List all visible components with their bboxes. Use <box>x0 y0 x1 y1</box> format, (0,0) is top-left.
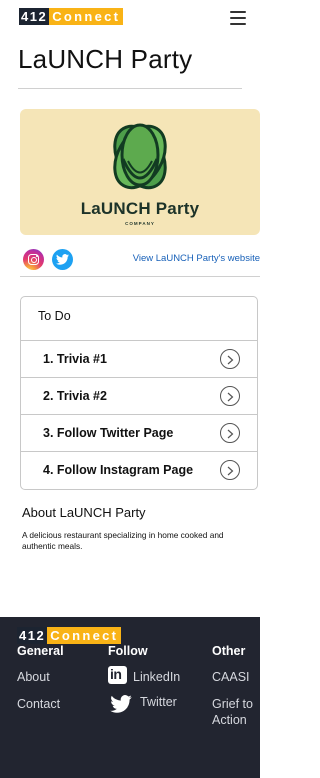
todo-item-label: 3. Follow Twitter Page <box>43 426 174 440</box>
todo-item-label: 2. Trivia #2 <box>43 389 107 403</box>
footer-logo[interactable]: 412 Connect <box>17 627 122 644</box>
twitter-icon[interactable] <box>52 249 73 270</box>
about-description: A delicious restaurant specializing in h… <box>22 530 224 551</box>
site-logo[interactable]: 412 Connect <box>19 8 124 25</box>
website-link[interactable]: View LaUNCH Party's website <box>133 253 260 264</box>
logo-word: Connect <box>49 8 124 25</box>
about-heading: About LaUNCH Party <box>22 505 146 520</box>
divider <box>18 88 242 89</box>
logo-number: 412 <box>17 627 48 644</box>
todo-heading: To Do <box>38 309 71 323</box>
footer-col-other-title: Other <box>212 644 246 658</box>
footer-link-linkedin[interactable]: LinkedIn <box>133 670 180 684</box>
todo-item-trivia-2[interactable]: 2. Trivia #2 <box>21 377 257 414</box>
todo-item-trivia-1[interactable]: 1. Trivia #1 <box>21 340 257 377</box>
footer-link-contact[interactable]: Contact <box>17 697 60 711</box>
top-header: 412 Connect <box>0 0 260 36</box>
brand-hero-card: LaUNCH Party COMPANY <box>20 109 260 235</box>
footer-col-general-title: General <box>17 644 64 658</box>
todo-item-label: 4. Follow Instagram Page <box>43 463 194 477</box>
chevron-right-icon <box>220 349 240 369</box>
todo-item-follow-instagram[interactable]: 4. Follow Instagram Page <box>21 451 257 488</box>
divider <box>20 276 260 277</box>
todo-item-label: 1. Trivia #1 <box>43 352 107 366</box>
logo-word: Connect <box>47 627 122 644</box>
twitter-icon[interactable] <box>110 695 132 713</box>
instagram-icon[interactable] <box>23 249 44 270</box>
footer-link-action[interactable]: Action <box>212 713 247 727</box>
footer-link-caasi[interactable]: CAASI <box>212 670 250 684</box>
chevron-right-icon <box>220 423 240 443</box>
brand-subtitle: COMPANY <box>125 221 155 226</box>
footer-link-twitter[interactable]: Twitter <box>140 695 177 709</box>
todo-item-follow-twitter[interactable]: 3. Follow Twitter Page <box>21 414 257 451</box>
todo-card: To Do 1. Trivia #1 2. Trivia #2 3. Follo… <box>20 296 258 490</box>
chevron-right-icon <box>220 460 240 480</box>
social-links-row: View LaUNCH Party's website <box>23 249 263 271</box>
brand-name: LaUNCH Party <box>80 199 200 218</box>
hamburger-menu-icon[interactable] <box>230 11 246 25</box>
linkedin-icon[interactable]: in <box>108 666 127 684</box>
chevron-right-icon <box>220 386 240 406</box>
logo-number: 412 <box>19 8 50 25</box>
footer-link-grief-to[interactable]: Grief to <box>212 697 253 711</box>
footer-link-about[interactable]: About <box>17 670 50 684</box>
site-footer: 412 Connect General Follow Other About C… <box>0 617 260 778</box>
page-title: LaUNCH Party <box>18 44 193 74</box>
footer-col-follow-title: Follow <box>108 644 148 658</box>
